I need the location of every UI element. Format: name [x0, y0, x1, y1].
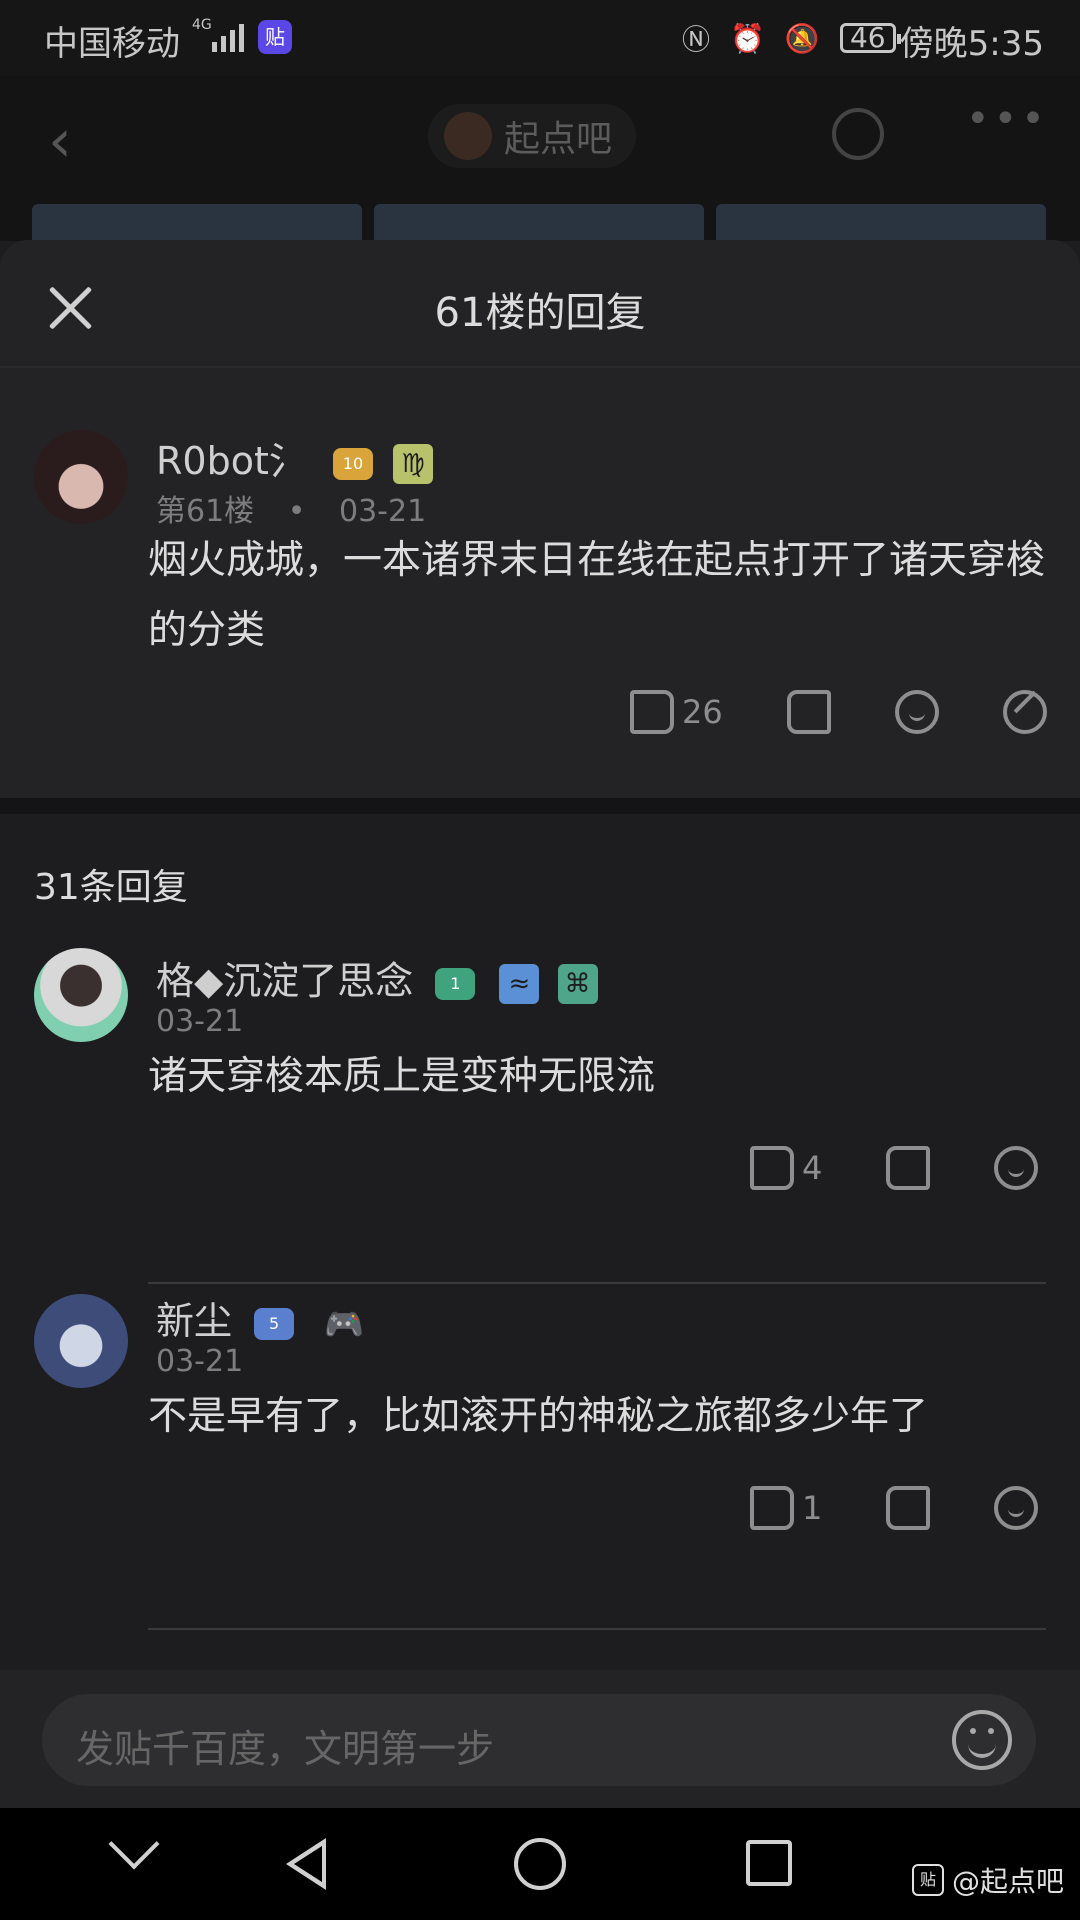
main-post: R0bot氵 10 ♍ 第61楼 • 03-21 烟火成城，一本诸界末日在线在起…: [0, 368, 1080, 798]
clock: 傍晚5:35: [899, 24, 1044, 64]
post-date: 03-21: [156, 1344, 244, 1379]
like-count: 26: [682, 693, 723, 731]
reply-sheet: 61楼的回复 R0bot氵 10 ♍ 第61楼 • 03-21 烟火成城，一本诸…: [0, 240, 1080, 1808]
system-icons: Ⓝ ⏰ 🔕 46: [682, 18, 901, 58]
floor-number: 第61楼: [156, 494, 255, 529]
status-bar: 中国移动 4G 贴 Ⓝ ⏰ 🔕 46 傍晚5:35: [0, 0, 1080, 76]
system-nav-bar: 贴 @起点吧: [0, 1808, 1080, 1920]
username[interactable]: R0bot氵: [156, 439, 307, 483]
post-date: 03-21: [338, 494, 427, 529]
background-page-header: ‹ 起点吧 •••: [0, 76, 1080, 244]
level-badge: 1: [435, 967, 476, 1000]
reply-actions: 4: [750, 1146, 1039, 1190]
reply-button[interactable]: [994, 1146, 1039, 1190]
sheet-header: 61楼的回复: [0, 240, 1080, 368]
comment-input[interactable]: 发贴千百度，文明第一步: [42, 1694, 1036, 1786]
username-row: 格◆沉淀了思念 1 ≈ ⌘: [156, 950, 598, 1005]
forum-avatar: [444, 112, 492, 160]
thumbnail: [716, 204, 1046, 244]
comment-icon: [994, 1146, 1039, 1190]
tieba-app-icon: 贴: [258, 20, 292, 54]
network-type: 4G: [192, 17, 212, 33]
emoji-icon[interactable]: [952, 1710, 1012, 1770]
comment-input-placeholder: 发贴千百度，文明第一步: [76, 1727, 495, 1771]
more-icon[interactable]: •••: [966, 96, 1049, 142]
dislike-button[interactable]: [886, 1486, 931, 1530]
alarm-icon: ⏰: [730, 21, 765, 55]
edit-icon[interactable]: [832, 108, 884, 160]
post-meta: 第61楼 • 03-21: [156, 486, 426, 530]
like-button[interactable]: 26: [630, 690, 723, 734]
image-thumbnails: [32, 204, 1046, 244]
zodiac-badge-icon: ♍: [393, 443, 434, 484]
nfc-icon: Ⓝ: [682, 23, 711, 56]
thumbnail: [374, 204, 704, 244]
replies-count-row: 31条回复: [0, 814, 1080, 938]
aquarius-badge-icon: ≈: [499, 963, 540, 1004]
post-date: 03-21: [156, 1004, 244, 1039]
dislike-button[interactable]: [786, 690, 831, 734]
section-divider: [0, 798, 1080, 814]
comment-icon: [994, 1486, 1039, 1530]
comment-input-bar: 发贴千百度，文明第一步: [0, 1670, 1080, 1808]
thumbs-down-icon: [886, 1146, 931, 1190]
dislike-button[interactable]: [886, 1146, 931, 1190]
battery-icon: 46: [839, 23, 901, 53]
list-item: 格◆沉淀了思念 1 ≈ ⌘ 03-21 诸天穿梭本质上是变种无限流 4: [0, 938, 1080, 1284]
comment-icon: [894, 690, 939, 734]
nav-home-icon[interactable]: [514, 1838, 566, 1890]
thumbs-down-icon: [786, 690, 831, 734]
reply-actions: 1: [750, 1486, 1039, 1530]
list-item: 新尘 5 🎮 03-21 不是早有了，比如滚开的神秘之旅都多少年了 1: [0, 1284, 1080, 1630]
level-badge: 10: [332, 447, 373, 480]
nav-recent-apps-icon[interactable]: [746, 1840, 792, 1886]
signal-icon: [212, 20, 244, 52]
post-actions: 26: [630, 690, 1047, 734]
mute-icon: 🔕: [784, 21, 820, 55]
avatar[interactable]: [34, 948, 128, 1042]
thumbs-up-icon: [630, 690, 674, 734]
reply-button[interactable]: [994, 1486, 1039, 1530]
hide-keyboard-icon[interactable]: [108, 1818, 160, 1870]
tieba-watermark-icon: 贴: [911, 1864, 944, 1896]
avatar[interactable]: [34, 430, 128, 524]
nav-back-icon[interactable]: [286, 1838, 326, 1890]
forum-pill[interactable]: 起点吧: [428, 104, 637, 168]
carrier-name: 中国移动: [44, 24, 180, 64]
reply-content: 不是早有了，比如滚开的神秘之旅都多少年了: [148, 1394, 929, 1439]
username[interactable]: 格◆沉淀了思念: [156, 959, 413, 1003]
forum-name: 起点吧: [504, 119, 613, 160]
like-button[interactable]: 4: [750, 1146, 822, 1190]
watermark: 贴 @起点吧: [911, 1860, 1064, 1900]
avatar[interactable]: [34, 1294, 128, 1388]
back-arrow-icon[interactable]: ‹: [48, 106, 72, 176]
thumbs-up-icon: [750, 1486, 794, 1530]
username-row: R0bot氵 10 ♍: [156, 430, 434, 485]
like-button[interactable]: 1: [750, 1486, 822, 1530]
reply-button[interactable]: [894, 690, 939, 734]
post-content: 烟火成城，一本诸界末日在线在起点打开了诸天穿梭的分类: [148, 538, 1046, 653]
sheet-title: 61楼的回复: [434, 290, 646, 336]
badge-icon: ⌘: [557, 963, 598, 1004]
like-count: 1: [802, 1489, 823, 1527]
watermark-text: @起点吧: [951, 1865, 1064, 1898]
level-badge: 5: [254, 1307, 295, 1340]
share-button[interactable]: [1002, 690, 1047, 734]
like-count: 4: [802, 1149, 823, 1187]
thumbs-up-icon: [750, 1146, 794, 1190]
username[interactable]: 新尘: [156, 1299, 232, 1343]
meta-separator: •: [287, 494, 306, 529]
divider: [148, 1628, 1046, 1630]
share-icon: [1002, 690, 1047, 734]
thumbs-down-icon: [886, 1486, 931, 1530]
thumbnail: [32, 204, 362, 244]
game-badge-icon: 🎮: [324, 1304, 365, 1343]
replies-count: 31条回复: [34, 867, 188, 908]
reply-content: 诸天穿梭本质上是变种无限流: [148, 1054, 656, 1099]
username-row: 新尘 5 🎮: [156, 1290, 364, 1345]
